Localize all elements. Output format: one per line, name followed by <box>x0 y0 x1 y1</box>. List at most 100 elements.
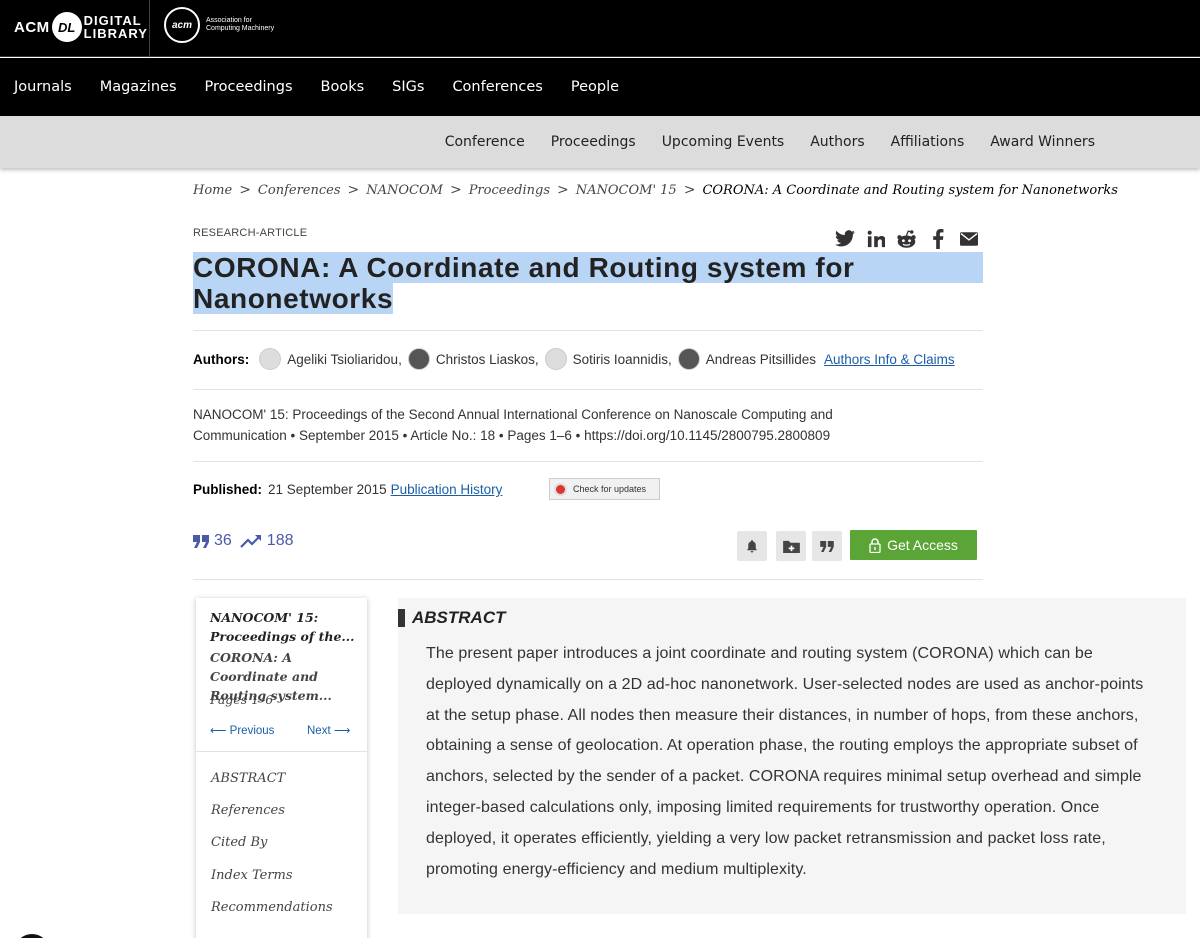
title-line-1: CORONA: A Coordinate and Routing system … <box>193 252 983 283</box>
subnav-affiliations[interactable]: Affiliations <box>891 134 965 150</box>
linkedin-icon[interactable] <box>865 228 886 249</box>
breadcrumb-separator: > <box>449 182 462 198</box>
abstract-heading: ABSTRACT <box>398 608 506 628</box>
authors-label: Authors: <box>193 351 250 367</box>
breadcrumb-nanocom15[interactable]: NANOCOM' 15 <box>576 183 677 198</box>
breadcrumb-home[interactable]: Home <box>193 183 232 198</box>
acm-digital-library-logo[interactable]: ACM DL DIGITAL LIBRARY <box>14 12 148 42</box>
nav-magazines[interactable]: Magazines <box>100 79 177 95</box>
subnav-upcoming-events[interactable]: Upcoming Events <box>662 134 785 150</box>
conference-subnav: Conference Proceedings Upcoming Events A… <box>0 116 1200 168</box>
divider <box>193 579 983 580</box>
citation-count[interactable]: 36 <box>193 532 232 550</box>
sidebar-item-index-terms[interactable]: Index Terms <box>211 868 293 883</box>
check-for-updates-button[interactable]: Check for updates <box>549 478 660 500</box>
breadcrumb-nanocom[interactable]: NANOCOM <box>366 183 443 198</box>
breadcrumb: Home > Conferences > NANOCOM > Proceedin… <box>193 182 1118 198</box>
avatar <box>407 348 430 370</box>
floating-button[interactable] <box>14 934 50 938</box>
author-item[interactable]: Christos Liaskos, <box>407 348 539 370</box>
breadcrumb-conferences[interactable]: Conferences <box>258 183 341 198</box>
logo-dl-mark: DL <box>51 12 82 42</box>
author-name: Sotiris Ioannidis <box>572 351 668 367</box>
divider <box>196 751 367 752</box>
abstract-text: The present paper introduces a joint coo… <box>426 645 1144 878</box>
breadcrumb-separator: > <box>557 182 569 198</box>
next-article-link[interactable]: Next ⟶ <box>307 723 350 737</box>
sidebar-item-recommendations[interactable]: Recommendations <box>211 900 333 915</box>
citation-count-value: 36 <box>214 532 232 549</box>
breadcrumb-proceedings[interactable]: Proceedings <box>469 183 550 198</box>
acm-association-logo[interactable]: acm Association for Computing Machinery <box>164 7 286 43</box>
get-access-button[interactable]: Get Access <box>850 530 977 560</box>
subnav-proceedings[interactable]: Proceedings <box>551 134 636 150</box>
acm-association-text: Association for Computing Machinery <box>206 17 275 32</box>
reddit-icon[interactable] <box>896 228 917 249</box>
acm-seal: acm <box>164 7 200 43</box>
facebook-icon[interactable] <box>927 228 948 249</box>
download-count-value: 188 <box>266 532 294 549</box>
logo-acm-text: ACM <box>14 18 50 36</box>
published-date: 21 September 2015 <box>268 482 387 497</box>
twitter-icon[interactable] <box>834 228 855 249</box>
sidebar-item-abstract[interactable]: ABSTRACT <box>211 771 285 786</box>
sidebar-item-cited-by[interactable]: Cited By <box>211 835 267 850</box>
crossmark-icon <box>554 482 567 496</box>
alert-button[interactable] <box>737 531 767 561</box>
article-sidebar: NANOCOM' 15: Proceedings of the... CORON… <box>196 598 367 938</box>
quote-icon <box>193 534 209 548</box>
subnav-award-winners[interactable]: Award Winners <box>990 134 1095 150</box>
previous-article-link[interactable]: ⟵ Previous <box>210 723 274 737</box>
author-item[interactable]: Sotiris Ioannidis, <box>544 348 672 370</box>
cite-button[interactable] <box>812 531 842 561</box>
breadcrumb-separator: > <box>683 182 696 198</box>
nav-books[interactable]: Books <box>321 79 365 95</box>
subnav-authors[interactable]: Authors <box>810 134 864 150</box>
metrics: 36 188 <box>193 532 302 550</box>
share-bar <box>834 228 979 249</box>
logo-divider <box>149 0 150 57</box>
sidebar-proceedings-title[interactable]: NANOCOM' 15: Proceedings of the... <box>210 608 355 646</box>
nav-journals[interactable]: Journals <box>14 79 72 95</box>
folder-add-icon <box>782 540 800 553</box>
author-item[interactable]: Andreas Pitsillides <box>677 348 817 370</box>
avatar <box>259 348 282 370</box>
breadcrumb-separator: > <box>347 182 360 198</box>
author-item[interactable]: Ageliki Tsioliaridou, <box>259 348 402 370</box>
avatar <box>677 348 700 370</box>
top-bar: ACM DL DIGITAL LIBRARY acm Association f… <box>0 0 1200 57</box>
publication-history-link[interactable]: Publication History <box>391 482 503 497</box>
nav-sigs[interactable]: SIGs <box>392 79 424 95</box>
breadcrumb-current: CORONA: A Coordinate and Routing system … <box>702 182 1118 198</box>
article-type: RESEARCH-ARTICLE <box>193 227 308 239</box>
authors-row: Authors: Ageliki Tsioliaridou, Christos … <box>193 348 955 370</box>
divider <box>193 389 983 390</box>
subnav-conference[interactable]: Conference <box>445 134 525 150</box>
nav-conferences[interactable]: Conferences <box>452 79 542 95</box>
trending-up-icon <box>240 535 261 548</box>
email-icon[interactable] <box>958 228 979 249</box>
published-label: Published: <box>193 482 263 497</box>
authors-info-claims-link[interactable]: Authors Info & Claims <box>824 352 955 367</box>
nav-people[interactable]: People <box>571 79 619 95</box>
citation-info: NANOCOM' 15: Proceedings of the Second A… <box>193 404 883 446</box>
nav-proceedings[interactable]: Proceedings <box>205 79 293 95</box>
abstract-section: ABSTRACT The present paper introduces a … <box>398 598 1186 914</box>
download-count[interactable]: 188 <box>240 532 294 550</box>
check-updates-label: Check for updates <box>573 484 647 494</box>
divider <box>193 330 983 331</box>
bell-icon <box>746 539 758 553</box>
get-access-label: Get Access <box>887 537 958 553</box>
heading-bar <box>398 609 405 627</box>
title-line-2: Nanonetworks <box>193 283 394 314</box>
author-name: Ageliki Tsioliaridou <box>287 351 399 367</box>
add-to-binder-button[interactable] <box>776 531 806 561</box>
logo-library: LIBRARY <box>83 26 148 41</box>
avatar <box>544 348 567 370</box>
breadcrumb-separator: > <box>239 182 251 198</box>
author-name: Andreas Pitsillides <box>705 351 817 367</box>
article-title: CORONA: A Coordinate and Routing system … <box>193 252 983 314</box>
quote-icon <box>820 540 834 552</box>
sidebar-item-references[interactable]: References <box>211 803 285 818</box>
published-row: Published: 21 September 2015 Publication… <box>193 482 502 497</box>
